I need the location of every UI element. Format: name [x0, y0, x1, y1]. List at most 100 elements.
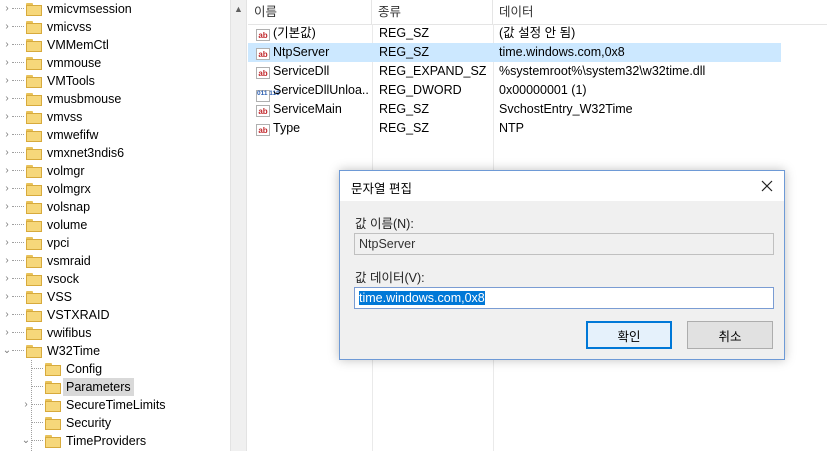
folder-icon	[26, 218, 42, 232]
tree-connector	[12, 170, 24, 172]
tree-item-label: volmgr	[47, 164, 85, 178]
chevron-right-icon[interactable]: ›	[2, 234, 12, 252]
folder-icon	[26, 56, 42, 70]
tree-connector	[12, 350, 24, 352]
value-type: REG_EXPAND_SZ	[379, 64, 487, 78]
tree-item[interactable]: › volume	[2, 216, 87, 234]
string-value-icon: ab	[256, 48, 270, 60]
tree-item[interactable]: › vmwefifw	[2, 126, 98, 144]
chevron-right-icon[interactable]: ›	[2, 144, 12, 162]
folder-icon	[26, 164, 42, 178]
ok-button[interactable]: 확인	[586, 321, 672, 349]
tree-item[interactable]: › vmicvmsession	[2, 0, 131, 18]
value-data-label: 값 데이터(V):	[355, 271, 425, 285]
tree-connector	[12, 80, 24, 82]
tree-item[interactable]: › volmgrx	[2, 180, 90, 198]
chevron-right-icon[interactable]: ›	[2, 306, 12, 324]
chevron-right-icon[interactable]: ›	[2, 198, 12, 216]
registry-key-tree[interactable]: › vmicvmsession › vmicvss › VMMemCtl › vmmouse ›…	[0, 0, 230, 451]
tree-item[interactable]: › vmicvss	[2, 18, 91, 36]
cancel-button[interactable]: 취소	[687, 321, 773, 349]
folder-icon	[45, 380, 61, 394]
tree-item[interactable]: Parameters	[21, 378, 134, 396]
value-data-selected-text: time.windows.com,0x8	[359, 291, 485, 305]
chevron-right-icon[interactable]: ›	[2, 270, 12, 288]
tree-item[interactable]: › vmvss	[2, 108, 82, 126]
folder-icon	[26, 92, 42, 106]
chevron-right-icon[interactable]: ›	[2, 36, 12, 54]
list-header: 이름 종류 데이터	[248, 0, 827, 25]
chevron-right-icon[interactable]: ›	[2, 180, 12, 198]
tree-item[interactable]: › vpci	[2, 234, 69, 252]
list-row[interactable]: ab (기본값) REG_SZ (값 설정 안 됨)	[248, 24, 781, 43]
list-row[interactable]: 011 110ServiceDllUnloa... REG_DWORD 0x0000…	[248, 81, 781, 102]
chevron-right-icon[interactable]: ›	[2, 0, 12, 18]
tree-item-label: VSS	[47, 290, 73, 304]
close-icon[interactable]	[750, 171, 784, 201]
chevron-right-icon[interactable]: ›	[2, 90, 12, 108]
tree-item-label: volume	[47, 218, 88, 232]
dialog-title-bar[interactable]: 문자열 편집	[340, 171, 784, 201]
tree-item[interactable]: › VMTools	[2, 72, 95, 90]
value-name: Type	[273, 121, 301, 135]
tree-item[interactable]: › vmmouse	[2, 54, 101, 72]
folder-icon	[45, 434, 61, 448]
column-header-name[interactable]: 이름	[248, 0, 372, 24]
tree-item[interactable]: › vmxnet3ndis6	[2, 144, 124, 162]
column-header-data[interactable]: 데이터	[493, 0, 781, 24]
tree-item[interactable]: › volsnap	[2, 198, 90, 216]
tree-connector	[31, 422, 43, 424]
list-row[interactable]: ab ServiceMain REG_SZ SvchostEntry_W32Time	[248, 100, 781, 119]
chevron-right-icon[interactable]: ›	[2, 162, 12, 180]
chevron-right-icon[interactable]: ›	[2, 72, 12, 90]
tree-connector	[12, 62, 24, 64]
chevron-right-icon[interactable]: ›	[21, 396, 31, 414]
tree-item[interactable]: Config	[21, 360, 102, 378]
tree-item[interactable]: Security	[21, 414, 111, 432]
value-data: 0x00000001 (1)	[499, 83, 587, 97]
scroll-up-arrow-icon[interactable]: ▲	[231, 0, 246, 17]
chevron-down-icon[interactable]: ⌄	[2, 342, 12, 360]
value-name-cell: ab (기본값)	[256, 24, 370, 43]
chevron-right-icon[interactable]: ›	[2, 324, 12, 342]
folder-icon	[26, 110, 42, 124]
tree-item[interactable]: › VSTXRAID	[2, 306, 109, 324]
tree-item[interactable]: › vsock	[2, 270, 79, 288]
chevron-right-icon[interactable]: ›	[2, 54, 12, 72]
value-name-cell: ab NtpServer	[256, 43, 370, 62]
folder-icon	[26, 254, 42, 268]
tree-item[interactable]: › vsmraid	[2, 252, 90, 270]
tree-connector	[12, 98, 24, 100]
tree-scrollbar[interactable]: ▲	[230, 0, 247, 451]
chevron-right-icon[interactable]: ›	[2, 108, 12, 126]
chevron-right-icon[interactable]: ›	[2, 288, 12, 306]
tree-connector	[31, 404, 43, 406]
tree-item[interactable]: › VMMemCtl	[2, 36, 108, 54]
chevron-right-icon[interactable]: ›	[2, 126, 12, 144]
tree-item[interactable]: › SecureTimeLimits	[21, 396, 165, 414]
chevron-right-icon[interactable]: ›	[2, 216, 12, 234]
list-row[interactable]: ab Type REG_SZ NTP	[248, 119, 781, 138]
value-type: REG_DWORD	[379, 83, 462, 97]
chevron-right-icon[interactable]: ›	[2, 18, 12, 36]
tree-connector	[31, 368, 43, 370]
chevron-down-icon[interactable]: ⌄	[21, 432, 31, 450]
value-data-input[interactable]: time.windows.com,0x8	[354, 287, 774, 309]
list-row[interactable]: ab NtpServer REG_SZ time.windows.com,0x8	[248, 43, 781, 62]
folder-icon	[26, 182, 42, 196]
tree-connector	[12, 224, 24, 226]
string-value-icon: ab	[256, 124, 270, 136]
value-type: REG_SZ	[379, 102, 430, 116]
tree-item[interactable]: ⌄ W32Time	[2, 342, 100, 360]
tree-item[interactable]: › vmusbmouse	[2, 90, 121, 108]
tree-item[interactable]: › VSS	[2, 288, 72, 306]
list-row[interactable]: ab ServiceDll REG_EXPAND_SZ %systemroot%\sy…	[248, 62, 781, 81]
tree-item[interactable]: › vwifibus	[2, 324, 91, 342]
string-value-icon: ab	[256, 67, 270, 79]
tree-connector	[12, 152, 24, 154]
value-type: REG_SZ	[379, 121, 430, 135]
tree-item[interactable]: ⌄ TimeProviders	[21, 432, 146, 450]
tree-item[interactable]: › volmgr	[2, 162, 85, 180]
column-header-type[interactable]: 종류	[372, 0, 493, 24]
chevron-right-icon[interactable]: ›	[2, 252, 12, 270]
